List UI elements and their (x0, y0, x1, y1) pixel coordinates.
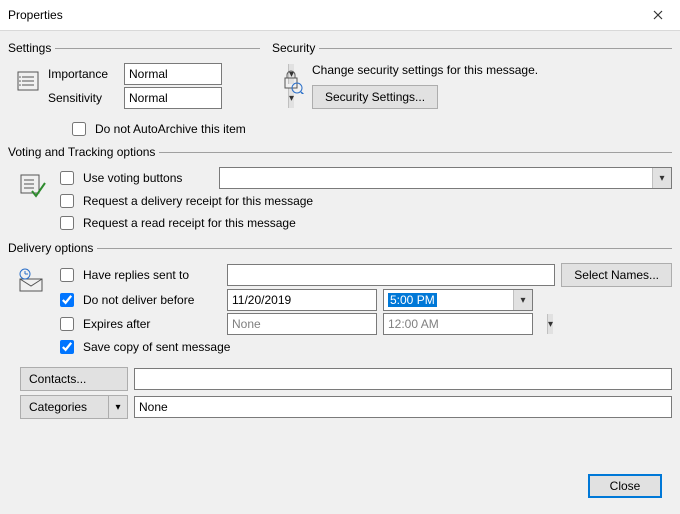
settings-legend: Settings (8, 41, 55, 55)
do-not-deliver-checkbox[interactable] (60, 293, 74, 307)
expires-date-combo[interactable]: ▾ (227, 313, 377, 335)
titlebar: Properties (0, 0, 680, 31)
sensitivity-value[interactable] (125, 88, 288, 108)
have-replies-input[interactable] (227, 264, 555, 286)
dialog-footer: Close (588, 474, 662, 498)
sensitivity-combo[interactable]: ▾ (124, 87, 222, 109)
window-close-button[interactable] (636, 0, 680, 30)
do-not-deliver-time-combo[interactable]: 5:00 PM ▾ (383, 289, 533, 311)
have-replies-label: Have replies sent to (83, 268, 221, 282)
chevron-down-icon[interactable]: ▾ (652, 168, 671, 188)
expires-time-combo[interactable]: ▾ (383, 313, 533, 335)
security-legend: Security (272, 41, 319, 55)
window-title: Properties (8, 8, 63, 22)
categories-button[interactable]: Categories ▾ (20, 395, 128, 419)
voting-group: Voting and Tracking options Use voting b… (8, 145, 672, 235)
security-settings-button[interactable]: Security Settings... (312, 85, 438, 109)
autoarchive-checkbox[interactable] (72, 122, 86, 136)
categories-input[interactable] (134, 396, 672, 418)
delivery-icon (8, 261, 56, 301)
contacts-input[interactable] (134, 368, 672, 390)
expires-label: Expires after (83, 317, 221, 331)
expires-checkbox[interactable] (60, 317, 74, 331)
do-not-deliver-time-value[interactable]: 5:00 PM (384, 293, 437, 307)
delivery-receipt-label: Request a delivery receipt for this mess… (83, 194, 313, 208)
have-replies-checkbox[interactable] (60, 268, 74, 282)
use-voting-checkbox[interactable] (60, 171, 74, 185)
security-message: Change security settings for this messag… (312, 63, 538, 77)
categories-button-label: Categories (21, 400, 95, 414)
voting-buttons-combo[interactable]: ▾ (219, 167, 672, 189)
delivery-group: Delivery options Have replies sent to (8, 241, 672, 423)
read-receipt-label: Request a read receipt for this message (83, 216, 296, 230)
use-voting-label: Use voting buttons (83, 171, 213, 185)
expires-time-value[interactable] (384, 314, 547, 334)
save-copy-checkbox[interactable] (60, 340, 74, 354)
voting-legend: Voting and Tracking options (8, 145, 159, 159)
do-not-deliver-date-value[interactable] (228, 290, 391, 310)
voting-buttons-value[interactable] (220, 168, 652, 188)
contacts-button[interactable]: Contacts... (20, 367, 128, 391)
security-group: Security Change security settings for th… (272, 41, 672, 111)
save-copy-label: Save copy of sent message (83, 340, 230, 354)
chevron-down-icon[interactable]: ▾ (513, 290, 532, 310)
do-not-deliver-label: Do not deliver before (83, 293, 221, 307)
delivery-legend: Delivery options (8, 241, 97, 255)
importance-combo[interactable]: ▾ (124, 63, 222, 85)
importance-value[interactable] (125, 64, 288, 84)
close-icon (653, 7, 663, 23)
security-icon (272, 61, 312, 101)
autoarchive-label: Do not AutoArchive this item (95, 122, 246, 136)
sensitivity-label: Sensitivity (48, 91, 118, 105)
settings-icon (8, 61, 48, 101)
chevron-down-icon[interactable]: ▾ (108, 396, 127, 418)
read-receipt-checkbox[interactable] (60, 216, 74, 230)
close-button[interactable]: Close (588, 474, 662, 498)
chevron-down-icon[interactable]: ▾ (547, 314, 553, 334)
importance-label: Importance (48, 67, 118, 81)
do-not-deliver-date-combo[interactable]: ▾ (227, 289, 377, 311)
expires-date-value[interactable] (228, 314, 391, 334)
select-names-button[interactable]: Select Names... (561, 263, 672, 287)
settings-group: Settings Importance ▾ (8, 41, 260, 111)
properties-dialog: Properties Settings Importance (0, 0, 680, 514)
voting-icon (8, 165, 56, 205)
delivery-receipt-checkbox[interactable] (60, 194, 74, 208)
